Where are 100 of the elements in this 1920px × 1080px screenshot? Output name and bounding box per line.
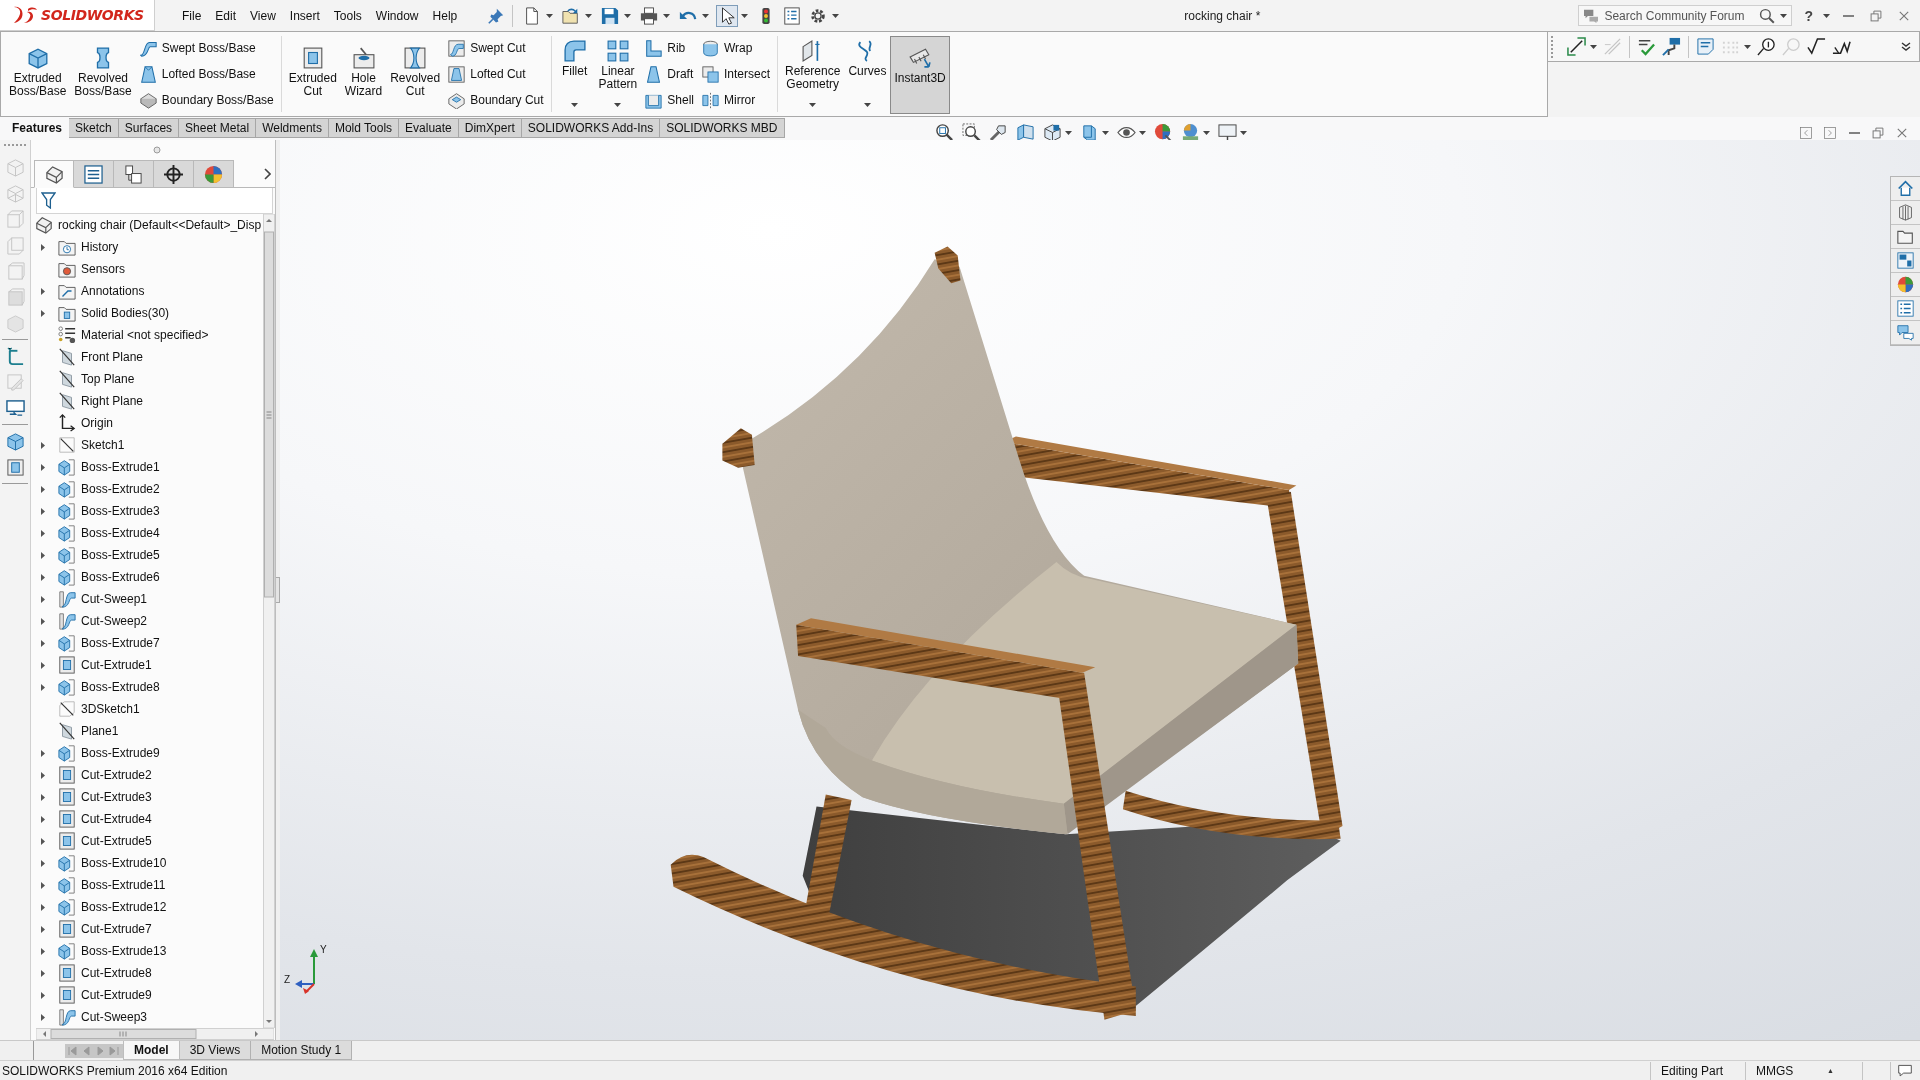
command-button[interactable]: Rib (641, 35, 698, 61)
command-button[interactable]: Hole Wizard (340, 36, 387, 114)
format-painter-icon[interactable] (1662, 37, 1681, 56)
tree-item[interactable]: Solid Bodies(30) (58, 303, 172, 323)
command-button[interactable]: Reference Geometry (781, 36, 845, 114)
command-button[interactable]: Wrap (697, 35, 774, 61)
caret-icon[interactable] (741, 13, 749, 18)
tree-item[interactable]: Boss-Extrude12 (58, 897, 169, 917)
expand-arrow-icon[interactable] (41, 771, 45, 779)
spell-check-icon[interactable] (1637, 37, 1656, 56)
caret-icon[interactable] (1101, 130, 1109, 135)
tree-item[interactable]: Cut-Sweep3 (58, 1007, 150, 1027)
command-button[interactable]: Swept Boss/Base (135, 35, 278, 61)
command-button[interactable]: Fillet (554, 36, 595, 114)
tree-item[interactable]: Sketch1 (58, 435, 127, 455)
caret-icon[interactable] (1239, 130, 1247, 135)
command-tab[interactable]: Evaluate (399, 118, 459, 138)
expand-arrow-icon[interactable] (41, 485, 45, 493)
command-button[interactable]: Draft (641, 61, 698, 87)
dimension-icon[interactable] (1567, 37, 1586, 56)
menu-item[interactable]: Insert (282, 3, 327, 28)
expand-arrow-icon[interactable] (41, 947, 45, 955)
task-pane-button[interactable] (1891, 249, 1920, 273)
task-pane-button[interactable] (1891, 225, 1920, 249)
command-tab[interactable]: Sketch (69, 118, 119, 138)
expand-arrow-icon[interactable] (41, 1013, 45, 1021)
expand-arrow-icon[interactable] (41, 793, 45, 801)
display-screen-icon[interactable] (5, 398, 25, 418)
caret-icon[interactable] (1138, 130, 1146, 135)
expand-arrow-icon[interactable] (41, 881, 45, 889)
panel-tab[interactable] (74, 160, 114, 188)
expand-arrow-icon[interactable] (41, 815, 45, 823)
tree-item[interactable]: Boss-Extrude2 (58, 479, 162, 499)
caret-icon[interactable] (624, 13, 632, 18)
monitor-icon[interactable] (1217, 123, 1237, 142)
command-button[interactable]: Linear Pattern (594, 36, 642, 114)
caret-icon[interactable] (809, 103, 817, 107)
caret-icon[interactable] (1823, 13, 1830, 18)
command-button[interactable]: Extruded Cut (284, 36, 341, 114)
search-field[interactable]: Search Community Forum (1578, 5, 1793, 26)
command-tab[interactable]: SOLIDWORKS Add-Ins (521, 118, 661, 138)
expand-arrow-icon[interactable] (41, 859, 45, 867)
caret-icon[interactable] (1064, 130, 1072, 135)
menu-item[interactable]: Edit (208, 3, 244, 28)
expand-arrow-icon[interactable] (41, 749, 45, 757)
horizontal-scrollbar[interactable] (36, 1028, 274, 1040)
command-button[interactable]: Lofted Boss/Base (135, 61, 278, 87)
command-tab[interactable]: Mold Tools (328, 118, 400, 138)
tree-item[interactable]: Right Plane (58, 391, 146, 411)
task-pane-button[interactable] (1891, 177, 1920, 201)
expand-arrow-icon[interactable] (41, 573, 45, 581)
command-button[interactable]: Revolved Boss/Base (70, 36, 136, 114)
tree-item[interactable]: Boss-Extrude1 (58, 457, 162, 477)
expand-arrow-icon[interactable] (41, 551, 45, 559)
tree-item[interactable]: Material <not specified> (58, 325, 211, 345)
tree-item[interactable]: Boss-Extrude8 (58, 677, 162, 697)
expand-arrow-icon[interactable] (41, 287, 45, 295)
tree-item[interactable]: Boss-Extrude3 (58, 501, 162, 521)
pin-icon[interactable] (488, 7, 505, 24)
panel-handle-icon[interactable] (153, 146, 161, 154)
command-button[interactable]: Curves (844, 36, 891, 114)
callout-circle-icon[interactable] (1757, 37, 1776, 56)
command-button[interactable]: Mirror (697, 87, 774, 113)
expand-arrow-icon[interactable] (41, 969, 45, 977)
tree-item[interactable]: Cut-Extrude5 (58, 831, 154, 851)
command-tab[interactable]: SOLIDWORKS MBD (660, 118, 785, 138)
filter-icon[interactable] (41, 192, 56, 209)
tree-item[interactable]: Boss-Extrude4 (58, 523, 162, 543)
tree-item[interactable]: Cut-Extrude4 (58, 809, 154, 829)
zoom-area-icon[interactable] (961, 123, 981, 142)
tree-item[interactable]: Cut-Sweep1 (58, 589, 150, 609)
surface-finish-icon[interactable] (1807, 37, 1826, 56)
bottom-tab[interactable]: Motion Study 1 (251, 1041, 353, 1060)
expand-arrow-icon[interactable] (41, 925, 45, 933)
expand-arrow-icon[interactable] (41, 683, 45, 691)
search-icon[interactable] (1759, 7, 1776, 24)
caret-icon[interactable] (585, 13, 593, 18)
caret-icon[interactable] (702, 13, 710, 18)
menu-item[interactable]: Window (368, 3, 426, 28)
speech-bubble-icon[interactable] (1898, 1063, 1912, 1078)
panel-tab[interactable] (154, 160, 194, 188)
tree-item[interactable]: Boss-Extrude6 (58, 567, 162, 587)
tree-item[interactable]: Annotations (58, 281, 147, 301)
command-button[interactable]: Instant3D (890, 36, 950, 114)
tree-item[interactable]: Origin (58, 413, 115, 433)
command-button[interactable]: Intersect (697, 61, 774, 87)
tree-item[interactable]: Boss-Extrude11 (58, 875, 168, 895)
command-button[interactable]: Extruded Boss/Base (5, 36, 71, 114)
caret-icon[interactable] (571, 103, 579, 107)
expand-arrow-icon[interactable] (41, 661, 45, 669)
caret-icon[interactable] (832, 13, 840, 18)
menu-item[interactable]: Help (425, 3, 465, 28)
tree-item[interactable]: Boss-Extrude7 (58, 633, 162, 653)
toolbar-button[interactable] (716, 4, 739, 27)
tree-item[interactable]: Boss-Extrude13 (58, 941, 169, 961)
expand-arrow-icon[interactable] (41, 441, 45, 449)
tree-item[interactable]: Boss-Extrude9 (58, 743, 162, 763)
tree-item[interactable]: Cut-Extrude3 (58, 787, 154, 807)
tree-item[interactable]: Cut-Extrude8 (58, 963, 154, 983)
tree-item[interactable]: Sensors (58, 259, 128, 279)
